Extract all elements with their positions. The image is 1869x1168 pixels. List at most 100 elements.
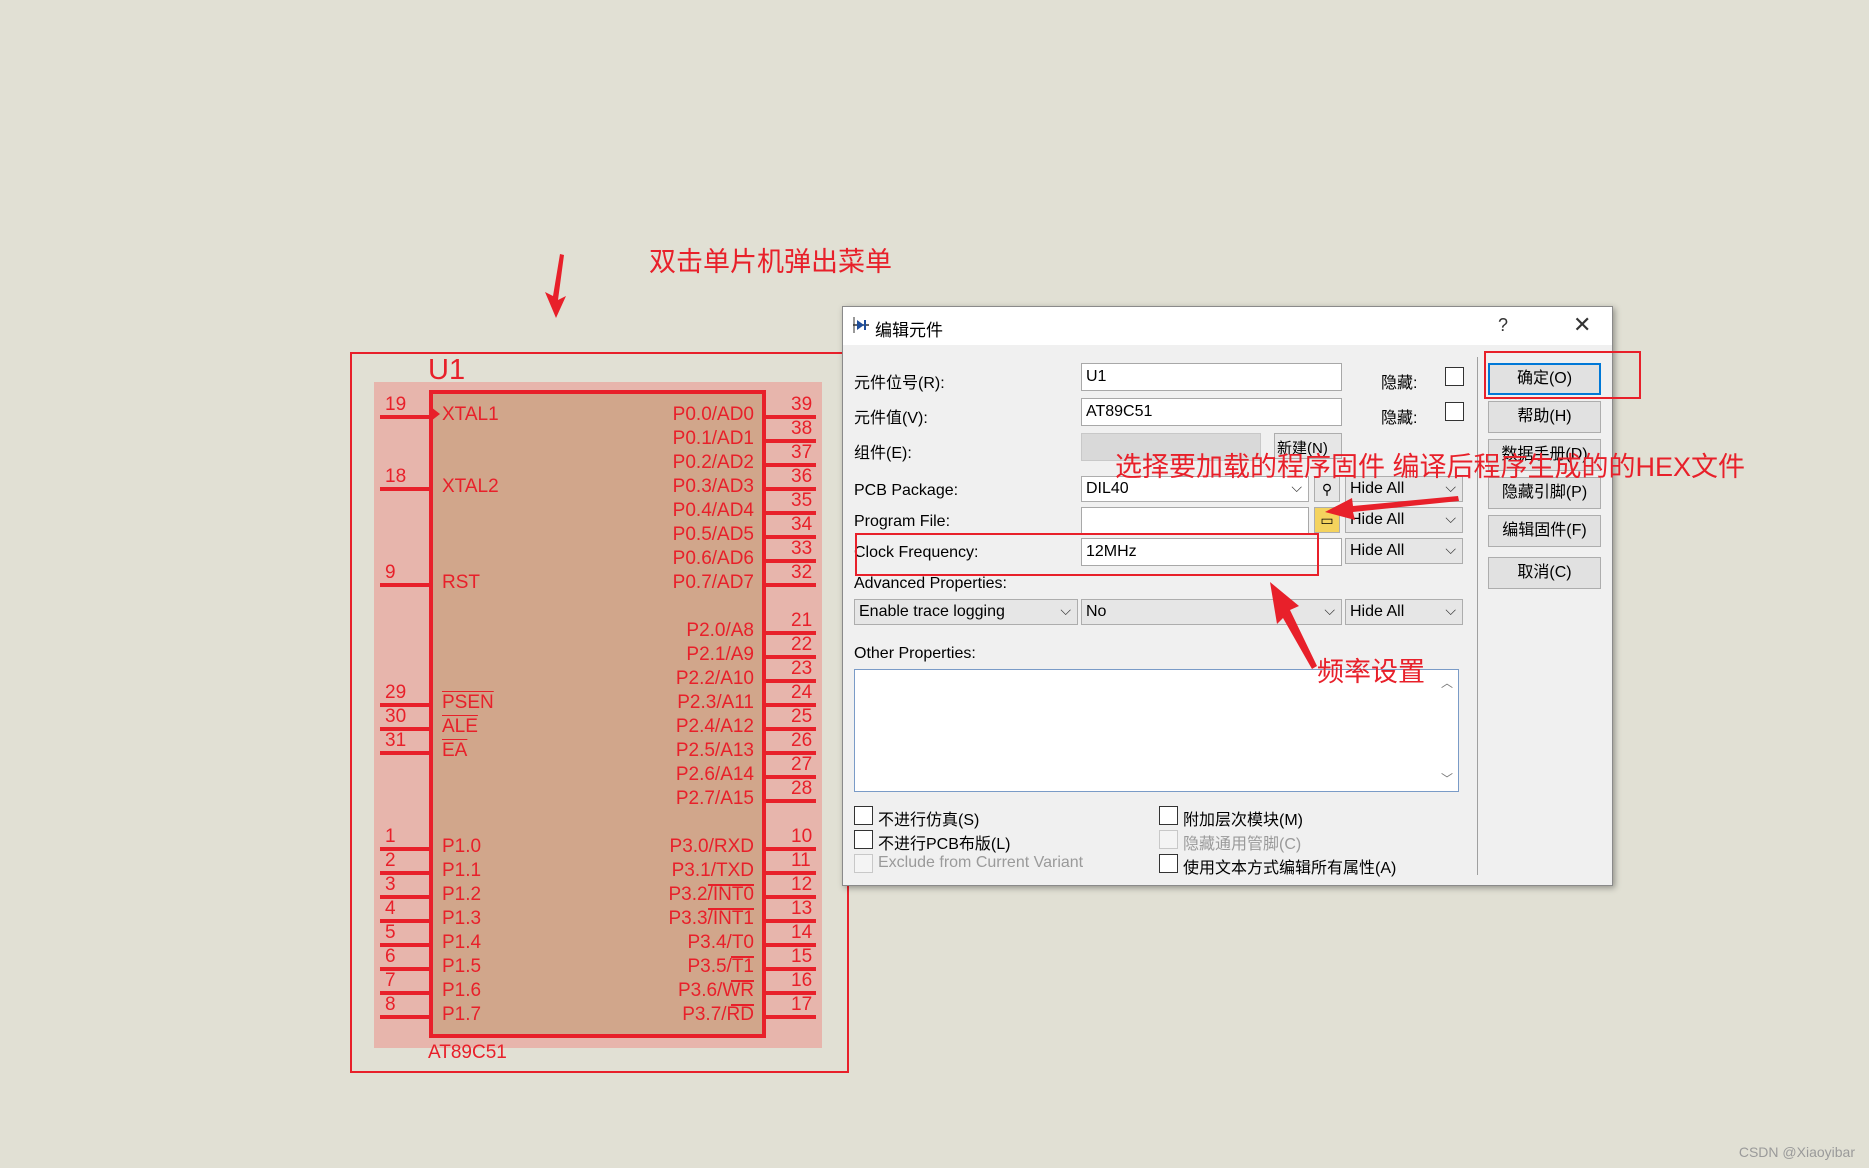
chevron-down-icon: ⌵ <box>1445 541 1456 557</box>
chevron-down-icon: ⌵ <box>1324 602 1335 618</box>
chip-reference: U1 <box>428 354 466 386</box>
pin-number: 13 <box>791 898 813 919</box>
pin-label: P3.2/INT0 <box>668 884 754 905</box>
pin-label: P0.3/AD3 <box>672 476 754 497</box>
pin-label: P2.5/A13 <box>675 740 754 761</box>
clock-visibility-value: Hide All <box>1350 542 1405 559</box>
program-file-input[interactable] <box>1081 507 1309 535</box>
pin-label: P3.7/RD <box>682 1004 754 1025</box>
pin-line[interactable] <box>380 1015 433 1019</box>
edit-as-text-checkbox[interactable] <box>1159 854 1178 873</box>
pin-number: 16 <box>791 970 813 991</box>
value-hidden-checkbox[interactable] <box>1445 402 1464 421</box>
pin-number: 32 <box>791 562 813 583</box>
pin-label: P2.1/A9 <box>686 644 754 665</box>
component-icon <box>853 317 869 333</box>
pin-label: P1.7 <box>442 1004 482 1025</box>
annotation-double-click: 双击单片机弹出菜单 <box>649 247 892 277</box>
pin-number: 27 <box>791 754 813 775</box>
ref-hidden-label: 隐藏: <box>1381 375 1418 392</box>
cancel-button[interactable]: 取消(C) <box>1488 557 1601 589</box>
ref-label: 元件位号(R): <box>854 375 945 392</box>
advanced-property-value: Enable trace logging <box>859 603 1005 620</box>
pin-number: 18 <box>385 466 407 487</box>
pin-number: 7 <box>385 970 396 991</box>
pin-number: 35 <box>791 490 813 511</box>
no-pcb-checkbox[interactable] <box>854 830 873 849</box>
advanced-visibility-value: Hide All <box>1350 603 1405 620</box>
pin-label: P1.1 <box>442 860 482 881</box>
pin-label: P1.3 <box>442 908 482 929</box>
annotation-program-file: 选择要加载的程序固件 编译后程序生成的的HEX文件 <box>1115 452 1746 482</box>
pin-number: 26 <box>791 730 813 751</box>
pin-line[interactable] <box>764 583 816 587</box>
pin-label: P0.6/AD6 <box>672 548 754 569</box>
pin-number: 34 <box>791 514 813 535</box>
advanced-property-select[interactable]: Enable trace logging ⌵ <box>854 599 1078 625</box>
active-low-bar <box>731 956 754 958</box>
other-properties-label: Other Properties: <box>854 645 976 662</box>
pin-number: 28 <box>791 778 813 799</box>
help-icon[interactable]: ? <box>1498 315 1508 336</box>
chevron-down-icon: ⌵ <box>1060 602 1071 618</box>
group-label: 组件(E): <box>854 445 912 462</box>
down-arrow-icon <box>545 254 566 318</box>
scroll-up-icon: ︿ <box>1441 676 1454 690</box>
watermark: CSDN @Xiaoyibar <box>1738 1144 1855 1160</box>
pin-number: 29 <box>385 682 407 703</box>
pin-label: P2.2/A10 <box>675 668 754 689</box>
exclude-variant-label: Exclude from Current Variant <box>878 854 1084 871</box>
pin-number: 19 <box>385 394 407 415</box>
advanced-visibility-select[interactable]: Hide All ⌵ <box>1345 599 1463 625</box>
pin-line[interactable] <box>380 583 433 587</box>
pin-number: 3 <box>385 874 396 895</box>
clock-visibility-select[interactable]: Hide All ⌵ <box>1345 538 1463 564</box>
textarea-scrollbar[interactable]: ︿ ﹀ <box>1438 672 1456 789</box>
pin-label: P3.6/WR <box>677 980 754 1001</box>
annotation-frequency: 频率设置 <box>1317 657 1425 687</box>
advanced-value: No <box>1086 603 1107 620</box>
pin-number: 22 <box>791 634 813 655</box>
help-button[interactable]: 帮助(H) <box>1488 401 1601 433</box>
up-arrow-icon <box>1270 582 1317 669</box>
pin-line[interactable] <box>380 487 433 491</box>
exclude-variant-checkbox <box>854 854 873 873</box>
chevron-down-icon: ⌵ <box>1445 602 1456 618</box>
pin-number: 36 <box>791 466 813 487</box>
close-icon[interactable]: ✕ <box>1573 312 1591 338</box>
value-label: 元件值(V): <box>854 410 928 427</box>
attach-module-checkbox[interactable] <box>1159 806 1178 825</box>
annotation-highlight-ok <box>1484 351 1641 399</box>
active-low-bar <box>731 1004 754 1006</box>
left-arrow-icon <box>1325 496 1459 520</box>
dialog-title-bar[interactable]: 编辑元件 ? ✕ <box>843 307 1612 345</box>
ref-input[interactable]: U1 <box>1081 363 1342 391</box>
pin-line[interactable] <box>764 799 816 803</box>
pin-label: P3.1/TXD <box>671 860 754 881</box>
ref-hidden-checkbox[interactable] <box>1445 367 1464 386</box>
value-input[interactable]: AT89C51 <box>1081 398 1342 426</box>
pin-line[interactable] <box>380 751 433 755</box>
pin-number: 23 <box>791 658 813 679</box>
pin-line[interactable] <box>764 1015 816 1019</box>
pin-label: P2.6/A14 <box>675 764 754 785</box>
no-simulation-checkbox[interactable] <box>854 806 873 825</box>
pin-number: 8 <box>385 994 396 1015</box>
pin-number: 12 <box>791 874 813 895</box>
chip-part-name: AT89C51 <box>428 1042 507 1063</box>
pin-number: 17 <box>791 994 813 1015</box>
pin-number: 30 <box>385 706 407 727</box>
pin-number: 4 <box>385 898 396 919</box>
pin-number: 21 <box>791 610 813 631</box>
pin-label: P1.5 <box>442 956 482 977</box>
pin-label: P0.1/AD1 <box>672 428 754 449</box>
pin-number: 38 <box>791 418 813 439</box>
hide-common-pins-checkbox <box>1159 830 1178 849</box>
pin-label: P0.4/AD4 <box>672 500 754 521</box>
pin-line[interactable] <box>380 415 433 419</box>
pin-number: 1 <box>385 826 396 847</box>
edit-firmware-button[interactable]: 编辑固件(F) <box>1488 515 1601 547</box>
pin-label: P3.0/RXD <box>669 836 754 857</box>
pin-number: 33 <box>791 538 813 559</box>
pin-label: P1.2 <box>442 884 482 905</box>
